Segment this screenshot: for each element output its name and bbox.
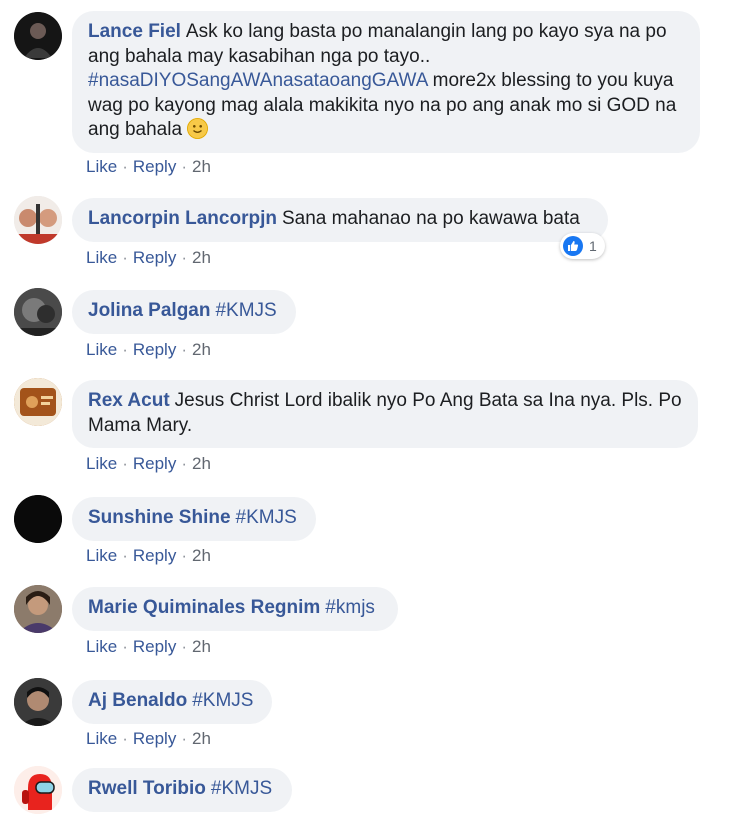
avatar[interactable] — [14, 288, 62, 336]
avatar[interactable] — [14, 678, 62, 726]
reply-link[interactable]: Reply — [133, 637, 176, 656]
hashtag-link[interactable]: #nasaDIYOSangAWAnasataoangGAWA — [88, 70, 427, 91]
avatar[interactable] — [14, 495, 62, 543]
timestamp[interactable]: 2h — [192, 157, 211, 176]
reply-link[interactable]: Reply — [133, 157, 176, 176]
like-link[interactable]: Like — [86, 637, 117, 656]
separator-dot: · — [122, 729, 128, 748]
reaction-count: 1 — [589, 238, 597, 254]
like-link[interactable]: Like — [86, 454, 117, 473]
avatar[interactable] — [14, 196, 62, 244]
comment-text: Sana mahanao na po kawawa bata — [281, 208, 580, 229]
reply-link[interactable]: Reply — [133, 546, 176, 565]
hashtag-link[interactable]: #KMJS — [236, 507, 297, 528]
avatar[interactable] — [14, 12, 62, 60]
comment-bubble: Lance Fiel Ask ko lang basta po manalangi… — [72, 11, 700, 153]
avatar[interactable] — [14, 378, 62, 426]
timestamp[interactable]: 2h — [192, 454, 211, 473]
comment-actions: Like · Reply · 2h — [86, 157, 211, 177]
comment-bubble: Sunshine Shine #KMJS — [72, 497, 316, 541]
separator-dot: · — [122, 340, 128, 359]
comment-actions: Like · Reply · 2h — [86, 729, 211, 749]
comment-bubble: Rex Acut Jesus Christ Lord ibalik nyo Po … — [72, 380, 698, 448]
like-icon — [563, 236, 583, 256]
comment-author[interactable]: Sunshine Shine — [88, 507, 231, 528]
comment-actions: Like · Reply · 2h — [86, 546, 211, 566]
comment-author[interactable]: Lance Fiel — [88, 21, 181, 42]
timestamp[interactable]: 2h — [192, 546, 211, 565]
comment-actions: Like · Reply · 2h — [86, 340, 211, 360]
comment-actions: Like · Reply · 2h — [86, 454, 211, 474]
avatar[interactable] — [14, 766, 62, 814]
comment-author[interactable]: Jolina Palgan — [88, 300, 210, 321]
separator-dot: · — [122, 157, 128, 176]
separator-dot: · — [181, 340, 187, 359]
hashtag-link[interactable]: #KMJS — [192, 690, 253, 711]
comment-author[interactable]: Rwell Toribio — [88, 778, 206, 799]
like-link[interactable]: Like — [86, 340, 117, 359]
separator-dot: · — [122, 454, 128, 473]
timestamp[interactable]: 2h — [192, 637, 211, 656]
reply-link[interactable]: Reply — [133, 248, 176, 267]
timestamp[interactable]: 2h — [192, 248, 211, 267]
reply-link[interactable]: Reply — [133, 340, 176, 359]
separator-dot: · — [122, 637, 128, 656]
like-link[interactable]: Like — [86, 546, 117, 565]
separator-dot: · — [181, 637, 187, 656]
reply-link[interactable]: Reply — [133, 454, 176, 473]
comment-bubble: Rwell Toribio #KMJS — [72, 768, 292, 812]
comment-bubble: Lancorpin Lancorpjn Sana mahanao na po ka… — [72, 198, 608, 242]
separator-dot: · — [181, 729, 187, 748]
like-link[interactable]: Like — [86, 157, 117, 176]
reply-link[interactable]: Reply — [133, 729, 176, 748]
comment-bubble: Jolina Palgan #KMJS — [72, 290, 296, 334]
timestamp[interactable]: 2h — [192, 340, 211, 359]
comment-author[interactable]: Marie Quiminales Regnim — [88, 597, 320, 618]
hashtag-link[interactable]: #kmjs — [325, 597, 375, 618]
like-link[interactable]: Like — [86, 248, 117, 267]
separator-dot: · — [181, 248, 187, 267]
comment-bubble: Marie Quiminales Regnim #kmjs — [72, 587, 398, 631]
hashtag-link[interactable]: #KMJS — [211, 778, 272, 799]
like-link[interactable]: Like — [86, 729, 117, 748]
separator-dot: · — [181, 454, 187, 473]
comment-actions: Like · Reply · 2h — [86, 248, 211, 268]
separator-dot: · — [122, 248, 128, 267]
comment-author[interactable]: Aj Benaldo — [88, 690, 187, 711]
avatar[interactable] — [14, 585, 62, 633]
comment-text: Jesus Christ Lord ibalik nyo Po Ang Bata… — [88, 390, 682, 436]
comment-actions: Like · Reply · 2h — [86, 637, 211, 657]
smiley-icon — [187, 118, 209, 139]
comment-author[interactable]: Lancorpin Lancorpjn — [88, 208, 277, 229]
comment-author[interactable]: Rex Acut — [88, 390, 170, 411]
comment-bubble: Aj Benaldo #KMJS — [72, 680, 272, 724]
separator-dot: · — [181, 157, 187, 176]
timestamp[interactable]: 2h — [192, 729, 211, 748]
hashtag-link[interactable]: #KMJS — [215, 300, 276, 321]
reaction-count-badge[interactable]: 1 — [560, 233, 605, 259]
separator-dot: · — [122, 546, 128, 565]
separator-dot: · — [181, 546, 187, 565]
